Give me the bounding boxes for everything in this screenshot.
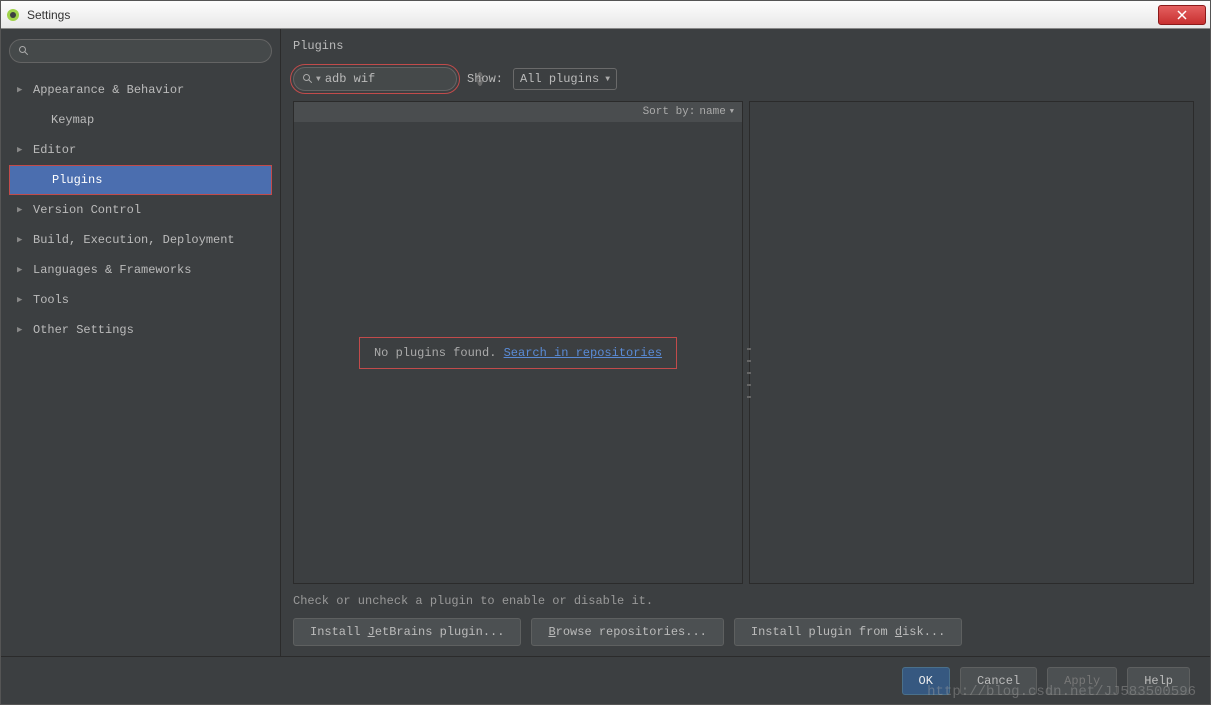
show-filter-select[interactable]: All plugins ▼ <box>513 68 617 90</box>
plugin-detail-panel <box>749 101 1194 584</box>
sidebar-item-languages-frameworks[interactable]: ▶ Languages & Frameworks <box>9 255 272 285</box>
sidebar-item-label: Editor <box>33 143 76 157</box>
sidebar-item-other-settings[interactable]: ▶ Other Settings <box>9 315 272 345</box>
expand-icon: ▶ <box>17 145 29 155</box>
main-panel: Plugins ▼ ✕ Show: All plugins ▼ Sort by <box>281 29 1210 656</box>
empty-message: No plugins found. Search in repositories <box>359 337 677 369</box>
sidebar-item-label: Appearance & Behavior <box>33 83 184 97</box>
content-area: ▶ Appearance & Behavior ▶ Keymap ▶ Edito… <box>1 29 1210 656</box>
ok-button[interactable]: OK <box>902 667 950 695</box>
settings-window: Settings ▶ Appearance & Behavior ▶ Keyma… <box>0 0 1211 705</box>
titlebar: Settings <box>1 1 1210 29</box>
plugin-search[interactable]: ▼ ✕ <box>293 67 457 91</box>
sidebar-item-tools[interactable]: ▶ Tools <box>9 285 272 315</box>
expand-icon: ▶ <box>17 325 29 335</box>
expand-icon: ▶ <box>17 235 29 245</box>
empty-text: No plugins found. <box>374 346 496 360</box>
search-icon <box>302 73 314 85</box>
help-button[interactable]: Help <box>1127 667 1190 695</box>
sidebar-item-keymap[interactable]: ▶ Keymap <box>9 105 272 135</box>
sidebar-item-label: Languages & Frameworks <box>33 263 191 277</box>
show-label: Show: <box>467 72 503 86</box>
expand-icon: ▶ <box>17 205 29 215</box>
chevron-down-icon: ▼ <box>730 108 734 116</box>
plugin-search-row: ▼ ✕ Show: All plugins ▼ <box>293 67 1194 91</box>
install-jetbrains-plugin-button[interactable]: Install JetBrains plugin... <box>293 618 521 646</box>
sidebar-item-editor[interactable]: ▶ Editor <box>9 135 272 165</box>
sidebar-item-label: Build, Execution, Deployment <box>33 233 235 247</box>
expand-icon: ▶ <box>17 85 29 95</box>
sidebar-search[interactable] <box>9 39 272 63</box>
app-icon <box>5 7 21 23</box>
search-icon <box>18 45 30 57</box>
page-title: Plugins <box>293 39 1194 53</box>
search-history-icon[interactable]: ▼ <box>316 75 321 84</box>
sidebar-item-label: Version Control <box>33 203 141 217</box>
plugin-panels: Sort by: name ▼ No plugins found. Search… <box>293 101 1194 584</box>
sort-bar[interactable]: Sort by: name ▼ <box>294 102 742 122</box>
show-filter-value: All plugins <box>520 72 599 86</box>
browse-repositories-button[interactable]: Browse repositories... <box>531 618 723 646</box>
apply-button[interactable]: Apply <box>1047 667 1117 695</box>
sidebar-item-label: Keymap <box>51 113 94 127</box>
sidebar: ▶ Appearance & Behavior ▶ Keymap ▶ Edito… <box>1 29 281 656</box>
sort-value: name <box>699 106 725 118</box>
sidebar-item-label: Plugins <box>52 173 102 187</box>
cancel-button[interactable]: Cancel <box>960 667 1037 695</box>
sidebar-item-appearance-behavior[interactable]: ▶ Appearance & Behavior <box>9 75 272 105</box>
splitter-handle[interactable] <box>747 343 751 403</box>
search-repositories-link[interactable]: Search in repositories <box>504 346 662 360</box>
install-from-disk-button[interactable]: Install plugin from disk... <box>734 618 962 646</box>
sidebar-search-input[interactable] <box>36 44 263 58</box>
sidebar-item-label: Tools <box>33 293 69 307</box>
expand-icon: ▶ <box>17 265 29 275</box>
sidebar-item-plugins[interactable]: ▶ Plugins <box>9 165 272 195</box>
window-title: Settings <box>27 8 70 22</box>
sidebar-item-label: Other Settings <box>33 323 134 337</box>
sidebar-item-version-control[interactable]: ▶ Version Control <box>9 195 272 225</box>
plugin-search-input[interactable] <box>325 72 477 86</box>
action-row: Install JetBrains plugin... Browse repos… <box>293 618 1194 646</box>
sidebar-item-build-execution-deployment[interactable]: ▶ Build, Execution, Deployment <box>9 225 272 255</box>
expand-icon: ▶ <box>17 295 29 305</box>
chevron-down-icon: ▼ <box>605 75 610 84</box>
plugin-list-panel: Sort by: name ▼ No plugins found. Search… <box>293 101 743 584</box>
sort-label: Sort by: <box>643 106 696 118</box>
footer: OK Cancel Apply Help http://blog.csdn.ne… <box>1 656 1210 704</box>
window-close-button[interactable] <box>1158 5 1206 25</box>
plugin-list-body: No plugins found. Search in repositories <box>294 122 742 583</box>
hint-text: Check or uncheck a plugin to enable or d… <box>293 594 1194 608</box>
